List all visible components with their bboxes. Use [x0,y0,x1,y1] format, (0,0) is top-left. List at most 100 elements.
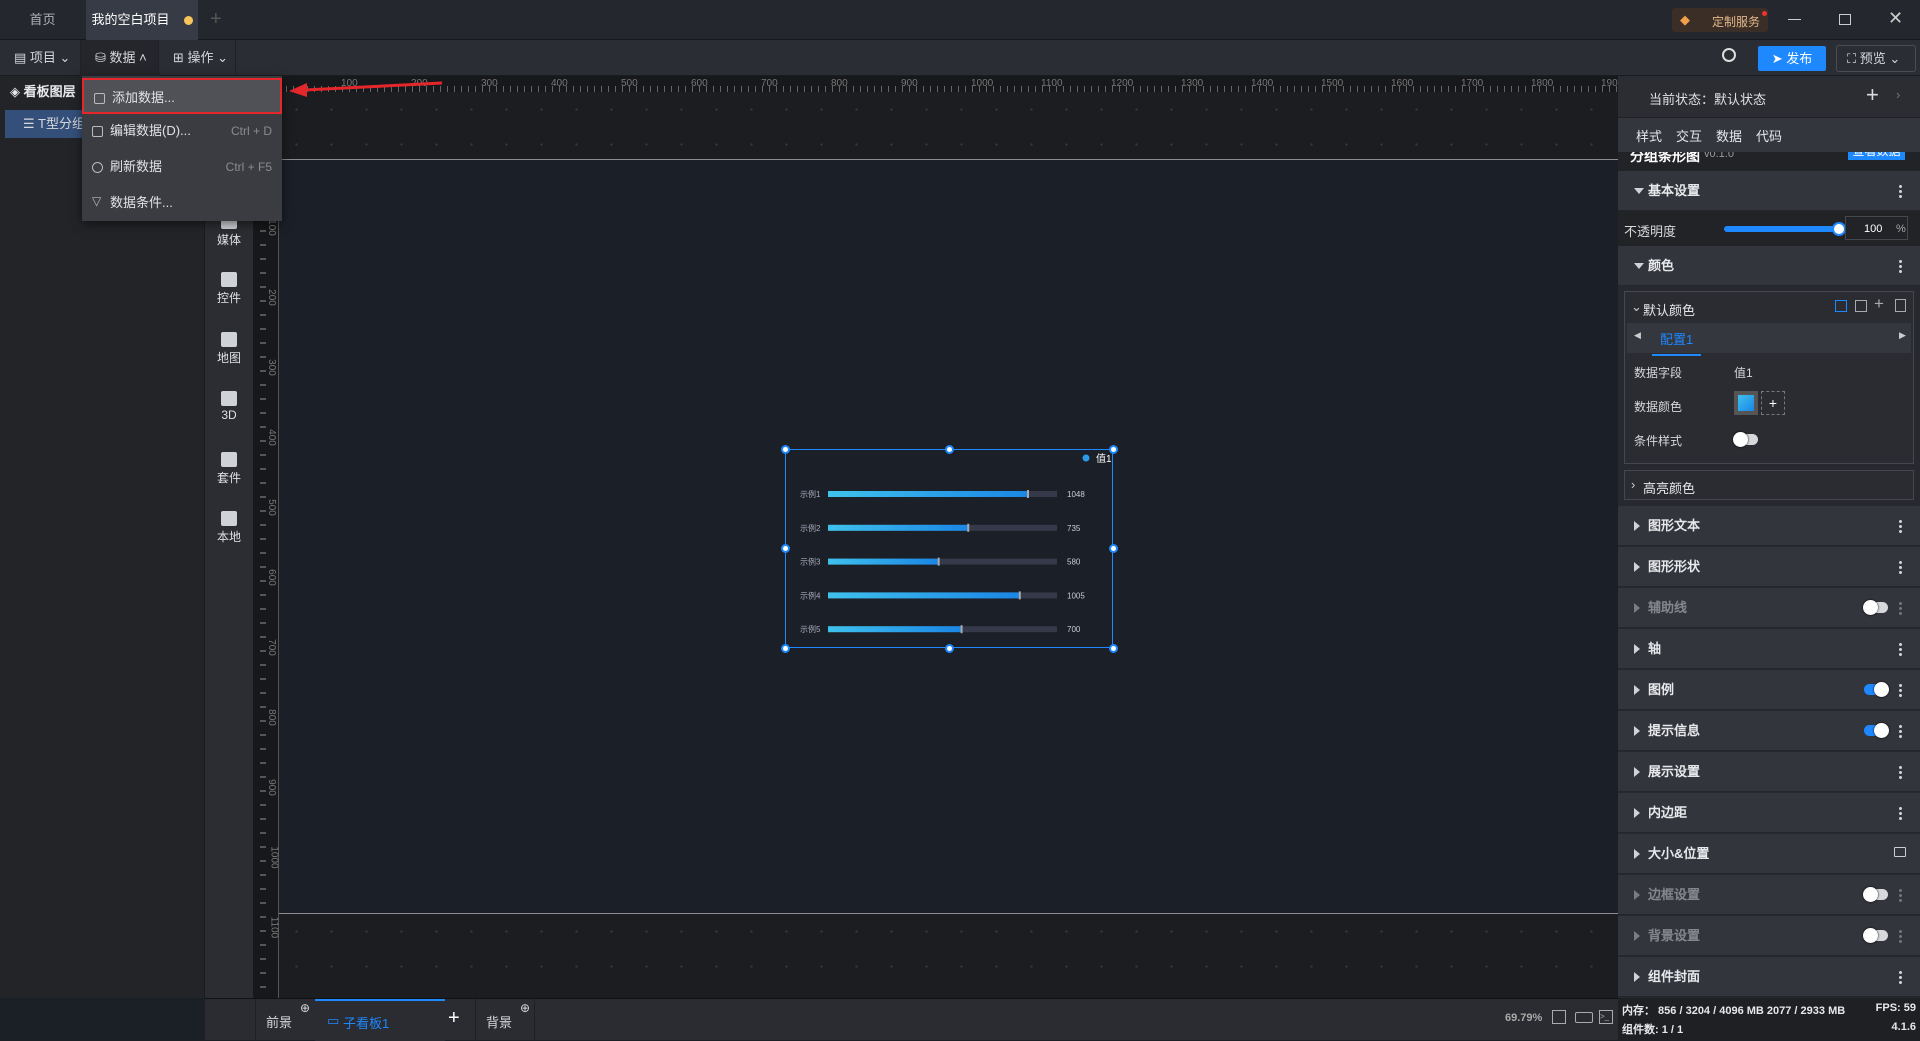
slider-thumb[interactable] [1832,222,1846,236]
highlight-color-group[interactable]: › 高亮颜色 [1624,470,1914,500]
bar[interactable] [828,524,969,531]
section-color[interactable]: 颜色 [1618,246,1920,286]
more-icon[interactable] [1899,929,1902,943]
more-icon[interactable] [1899,259,1902,273]
section-toggle[interactable] [1863,887,1888,902]
section-toggle[interactable] [1864,723,1889,738]
section-5[interactable]: 提示信息 [1618,711,1920,751]
search-icon[interactable] [1722,48,1736,62]
resize-handle[interactable] [1108,643,1118,653]
fps: FPS: 59 [1875,1002,1916,1014]
layout-icon[interactable] [1855,300,1867,312]
section-8[interactable]: 大小&位置 [1618,834,1920,874]
prev-arrow-icon[interactable]: ◀ [1634,330,1641,341]
resize-handle[interactable] [780,444,790,454]
section-10[interactable]: 背景设置 [1618,916,1920,956]
color-swatch[interactable] [1734,391,1758,415]
more-icon[interactable] [1899,519,1902,533]
add-circle-icon[interactable]: ⊕ [300,1001,310,1015]
menu-item-refresh-data[interactable]: 刷新数据 Ctrl + F5 [82,149,282,185]
table-view-icon[interactable] [1835,300,1847,312]
tab-home[interactable]: 首页 [0,0,85,40]
section-11[interactable]: 组件封面 [1618,957,1920,997]
more-icon[interactable] [1899,765,1902,779]
more-icon[interactable] [1899,601,1902,615]
menu-item-edit-data[interactable]: 编辑数据(D)... Ctrl + D [82,113,282,149]
resize-handle[interactable] [780,543,790,553]
bar[interactable] [828,491,1028,497]
section-2[interactable]: 辅助线 [1618,588,1920,628]
bar[interactable] [828,592,1020,599]
resize-handle[interactable] [1108,444,1118,454]
panel-tab[interactable]: 数据 [1716,126,1742,145]
operate-menu[interactable]: ⊞ 操作 ⌄ [159,40,236,76]
trash-icon[interactable] [1895,299,1906,312]
more-icon[interactable] [1899,184,1902,198]
panel-tab[interactable]: 代码 [1756,126,1782,145]
opacity-input[interactable]: 100% [1845,216,1908,240]
more-icon[interactable] [1899,888,1902,902]
component-map[interactable]: 地图 [205,332,253,366]
section-0[interactable]: 图形文本 [1618,506,1920,546]
opacity-slider[interactable] [1724,222,1846,236]
section-1[interactable]: 图形形状 [1618,547,1920,587]
fit-screen-icon[interactable] [1552,1010,1566,1024]
section-basic[interactable]: 基本设置 [1618,171,1920,211]
section-toggle[interactable] [1864,682,1889,697]
section-9[interactable]: 边框设置 [1618,875,1920,915]
condition-style-toggle[interactable] [1733,432,1758,447]
preview-button[interactable]: ⛶ 预览 ⌄ [1836,45,1916,72]
section-7[interactable]: 内边距 [1618,793,1920,833]
component-3d[interactable]: 3D [205,391,253,422]
lock-icon[interactable] [1894,847,1906,857]
resize-handle[interactable] [1108,543,1118,553]
tab-project[interactable]: 我的空白项目 [86,0,198,40]
more-icon[interactable] [1899,724,1902,738]
menu-item-add-data[interactable]: 添加数据... [82,78,282,114]
more-icon[interactable] [1899,683,1902,697]
more-icon[interactable] [1899,560,1902,574]
section-6[interactable]: 展示设置 [1618,752,1920,792]
component-kit[interactable]: 套件 [205,452,253,486]
publish-button[interactable]: ➤ 发布 [1758,46,1826,71]
board-tab-active[interactable]: ▭ 子看板1 [315,999,445,1041]
resize-handle[interactable] [780,643,790,653]
add-state-icon[interactable]: + [1866,82,1879,108]
more-icon[interactable] [1899,970,1902,984]
section-4[interactable]: 图例 [1618,670,1920,710]
terminal-icon[interactable]: >_ [1599,1010,1613,1024]
more-icon[interactable] [1899,806,1902,820]
new-tab-plus-icon[interactable]: + [210,8,222,31]
next-arrow-icon[interactable]: ▶ [1899,330,1906,341]
data-menu[interactable]: ⛁ 数据 ˄ [81,40,159,76]
section-toggle[interactable] [1863,928,1888,943]
restore-icon[interactable] [1839,14,1851,25]
bar[interactable] [828,626,962,633]
chevron-right-icon[interactable]: › [1896,87,1900,102]
section-toggle[interactable] [1863,600,1888,615]
component-local[interactable]: 本地 [205,511,253,545]
minimize-icon[interactable] [1788,19,1801,20]
keyboard-icon[interactable] [1575,1012,1593,1023]
custom-service-button[interactable]: ◆ 定制服务 [1672,8,1768,32]
bar[interactable] [828,558,939,565]
close-icon[interactable]: ✕ [1888,8,1903,29]
component-controls[interactable]: 控件 [205,272,253,306]
add-circle-icon[interactable]: ⊕ [520,1001,530,1015]
chevron-down-icon[interactable]: ⌄ [1631,299,1642,315]
background-tab[interactable]: 背景 ⊕ [475,999,535,1041]
project-menu[interactable]: ▤ 项目 ⌄ [0,40,81,76]
resize-handle[interactable] [944,444,954,454]
legend-label: 值1 [1096,452,1112,465]
section-3[interactable]: 轴 [1618,629,1920,669]
add-color-button[interactable]: + [1761,391,1785,415]
add-board-icon[interactable]: + [448,1007,460,1030]
panel-tab[interactable]: 交互 [1676,126,1702,145]
config-tab[interactable]: 配置1 [1652,329,1702,356]
foreground-tab[interactable]: 前景 ⊕ [255,999,315,1041]
more-icon[interactable] [1899,642,1902,656]
add-icon[interactable]: + [1874,294,1884,314]
menu-item-data-condition[interactable]: ▽ 数据条件... [82,185,282,221]
resize-handle[interactable] [944,643,954,653]
panel-tab[interactable]: 样式 [1636,126,1662,145]
